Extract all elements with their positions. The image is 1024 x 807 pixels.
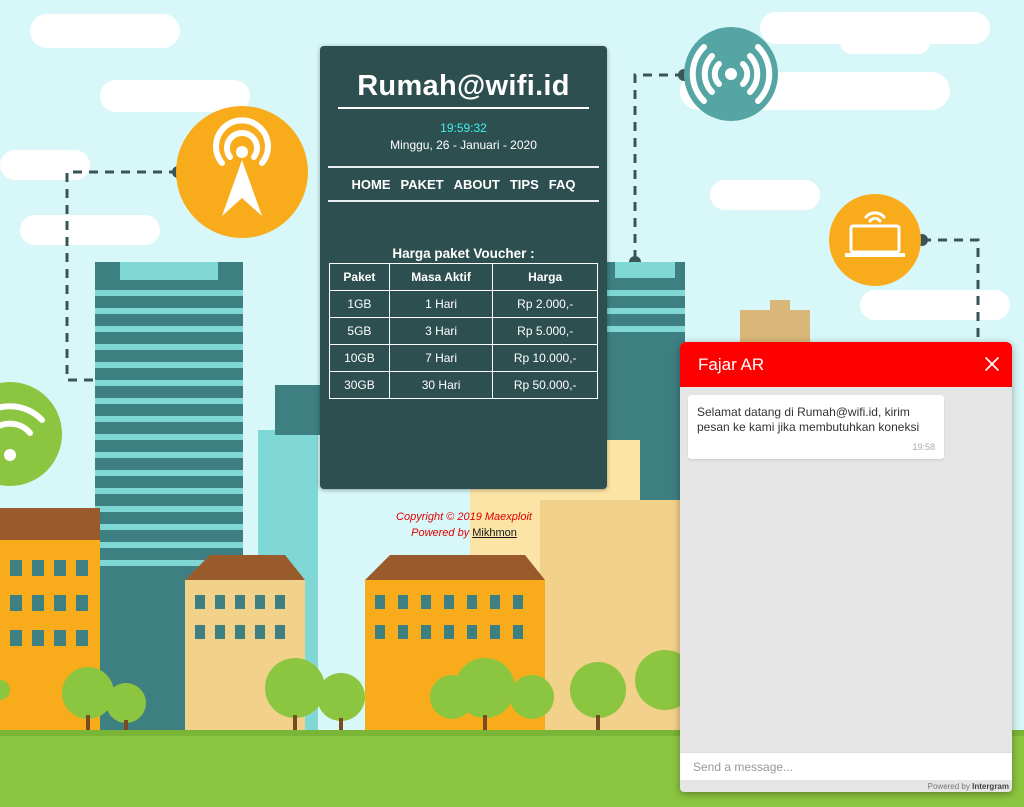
nav-bar: HOME PAKET ABOUT TIPS FAQ <box>328 166 599 202</box>
table-row: 10GB 7 Hari Rp 10.000,- <box>329 344 598 372</box>
nav-about[interactable]: ABOUT <box>454 177 500 192</box>
chat-powered-prefix: Powered by <box>927 782 973 791</box>
clock-time: 19:59:32 <box>440 121 487 135</box>
site-title: Rumah@wifi.id <box>338 70 589 109</box>
cell-paket: 30GB <box>329 371 390 399</box>
cell-harga: Rp 2.000,- <box>492 290 598 318</box>
table-row: 30GB 30 Hari Rp 50.000,- <box>329 371 598 399</box>
nav-home[interactable]: HOME <box>352 177 391 192</box>
copyright-text: Copyright © 2019 Maexploit <box>396 511 532 523</box>
table-row: 1GB 1 Hari Rp 2.000,- <box>329 290 598 318</box>
column-header-paket: Paket <box>329 263 390 291</box>
laptop-wifi-icon <box>829 194 921 286</box>
chat-agent-name: Fajar AR <box>698 355 765 374</box>
nav-tips[interactable]: TIPS <box>510 177 539 192</box>
close-icon[interactable] <box>982 354 1002 374</box>
copyright-footer: Copyright © 2019 Maexploit Powered by Mi… <box>340 509 588 541</box>
cell-harga: Rp 50.000,- <box>492 371 598 399</box>
current-date: Minggu, 26 - Januari - 2020 <box>390 138 537 152</box>
cell-paket: 5GB <box>329 317 390 345</box>
chat-powered-by: Powered by Intergram <box>928 782 1009 791</box>
mikhmon-link[interactable]: Mikhmon <box>472 527 517 539</box>
chat-header[interactable]: Fajar AR <box>680 342 1012 387</box>
cell-masa-aktif: 7 Hari <box>388 344 494 372</box>
cell-harga: Rp 10.000,- <box>492 344 598 372</box>
chat-widget: Fajar AR Selamat datang di Rumah@wifi.id… <box>680 342 1012 792</box>
table-header-row: Paket Masa Aktif Harga <box>329 263 598 291</box>
nav-paket[interactable]: PAKET <box>401 177 444 192</box>
powered-by-label: Powered by <box>411 527 473 539</box>
cell-paket: 1GB <box>329 290 390 318</box>
chat-message-text: Selamat datang di Rumah@wifi.id, kirim p… <box>697 405 920 434</box>
column-header-harga: Harga <box>492 263 598 291</box>
voucher-table: Paket Masa Aktif Harga 1GB 1 Hari Rp 2.0… <box>329 263 598 399</box>
chat-message-time: 19:58 <box>912 442 935 452</box>
wifi-signal-icon <box>684 27 778 121</box>
cell-masa-aktif: 30 Hari <box>388 371 494 399</box>
table-row: 5GB 3 Hari Rp 5.000,- <box>329 317 598 345</box>
nav-faq[interactable]: FAQ <box>549 177 576 192</box>
cell-masa-aktif: 3 Hari <box>388 317 494 345</box>
cell-paket: 10GB <box>329 344 390 372</box>
antenna-tower-icon <box>176 106 308 238</box>
chat-message-bubble: Selamat datang di Rumah@wifi.id, kirim p… <box>688 395 944 459</box>
powered-by-line: Powered by Mikhmon <box>340 525 588 541</box>
column-header-masa-aktif: Masa Aktif <box>388 263 494 291</box>
cell-harga: Rp 5.000,- <box>492 317 598 345</box>
chat-message-input[interactable] <box>680 752 1012 780</box>
voucher-title: Harga paket Voucher : <box>392 246 535 261</box>
cell-masa-aktif: 1 Hari <box>388 290 494 318</box>
intergram-brand: Intergram <box>972 782 1009 791</box>
main-panel: Rumah@wifi.id 19:59:32 Minggu, 26 - Janu… <box>320 46 607 489</box>
